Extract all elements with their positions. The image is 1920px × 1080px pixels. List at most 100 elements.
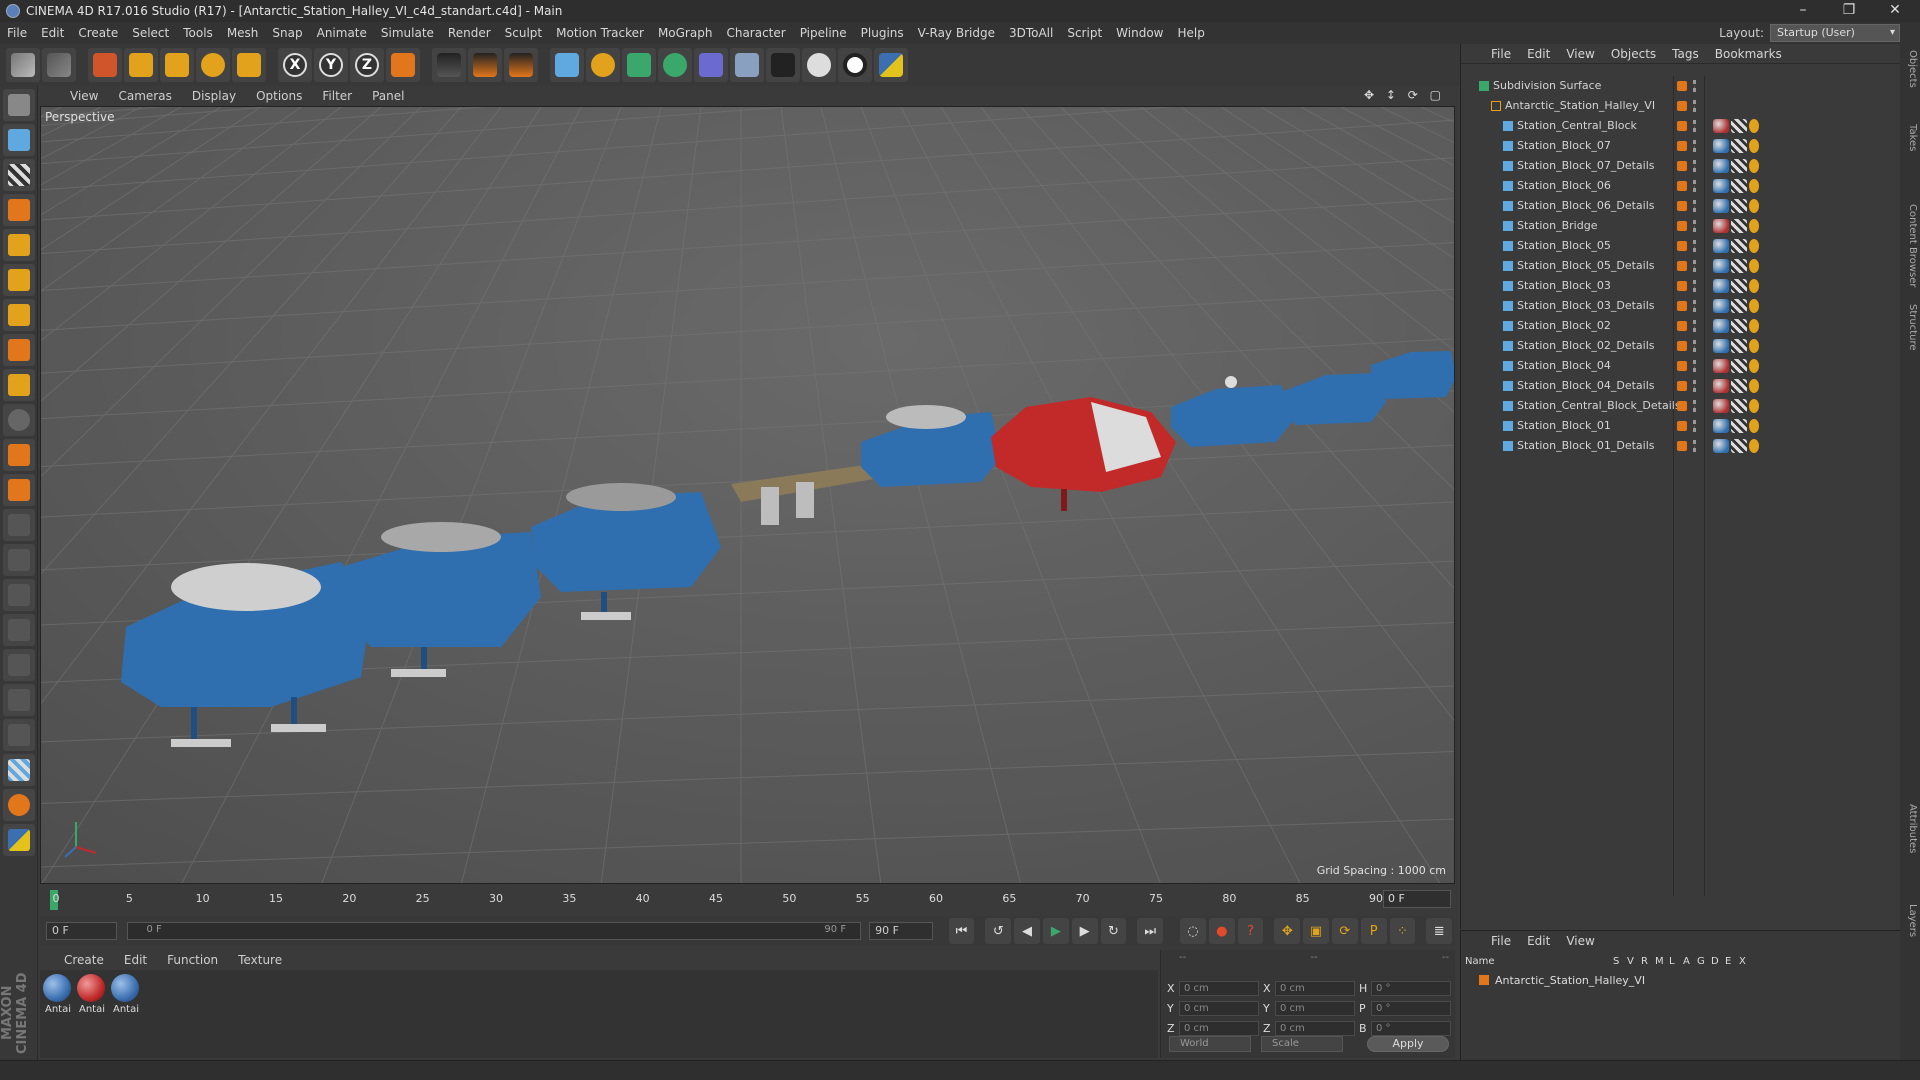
phong-tag-icon[interactable] (1749, 159, 1759, 173)
phong-tag-icon[interactable] (1749, 279, 1759, 293)
menu-mesh[interactable]: Mesh (220, 22, 266, 44)
material-tag-icon[interactable] (1713, 279, 1729, 293)
visibility-toggle-icon[interactable] (1693, 180, 1697, 192)
layer-column-x[interactable]: X (1739, 956, 1746, 967)
visibility-toggle-icon[interactable] (1693, 120, 1697, 132)
visibility-toggle-icon[interactable] (1693, 440, 1697, 452)
visibility-toggle-icon[interactable] (1693, 220, 1697, 232)
material-tag-icon[interactable] (1713, 219, 1729, 233)
object-row[interactable]: Station_Block_07 (1461, 136, 1901, 156)
menu-sculpt[interactable]: Sculpt (498, 22, 549, 44)
visibility-toggle-icon[interactable] (1693, 80, 1697, 92)
sculpt-grab-icon[interactable] (2, 719, 35, 751)
position-z-field[interactable]: 0 cm (1179, 1020, 1259, 1036)
material-tag-icon[interactable] (1713, 319, 1729, 333)
material-tag-icon[interactable] (1713, 259, 1729, 273)
size-x-field[interactable]: 0 cm (1275, 980, 1355, 996)
layer-column-m[interactable]: M (1655, 956, 1664, 967)
undo-icon[interactable] (6, 48, 40, 82)
world-coordinates-icon[interactable] (386, 48, 420, 82)
viewport-menu-view[interactable]: View (60, 89, 108, 103)
frame-range-slider[interactable]: 0 F 90 F (127, 922, 862, 940)
viewport-menu-display[interactable]: Display (182, 89, 246, 103)
menu-motion-tracker[interactable]: Motion Tracker (549, 22, 651, 44)
uvw-tag-icon[interactable] (1731, 199, 1747, 213)
apply-button[interactable]: Apply (1367, 1036, 1449, 1052)
object-row[interactable]: Station_Block_04 (1461, 356, 1901, 376)
visibility-toggle-icon[interactable] (1693, 420, 1697, 432)
size-y-field[interactable]: 0 cm (1275, 1000, 1355, 1016)
key-position-icon[interactable]: ✥ (1274, 918, 1301, 944)
subdivision-icon[interactable] (622, 48, 656, 82)
snap-icon[interactable] (2, 404, 35, 436)
uvw-tag-icon[interactable] (1731, 319, 1747, 333)
side-tab-structure[interactable]: Structure (1902, 304, 1918, 351)
light-icon[interactable] (802, 48, 836, 82)
object-row[interactable]: Station_Central_Block (1461, 116, 1901, 136)
layer-color-icon[interactable] (1677, 121, 1687, 131)
layer-column-v[interactable]: V (1627, 956, 1634, 967)
phong-tag-icon[interactable] (1749, 179, 1759, 193)
layer-column-r[interactable]: R (1641, 956, 1648, 967)
layer-color-icon[interactable] (1677, 281, 1687, 291)
layer-color-icon[interactable] (1677, 181, 1687, 191)
autokey-icon[interactable]: ? (1237, 918, 1264, 944)
menu-help[interactable]: Help (1170, 22, 1211, 44)
menu-create[interactable]: Create (71, 22, 125, 44)
layer-color-icon[interactable] (1677, 301, 1687, 311)
menu-v-ray-bridge[interactable]: V-Ray Bridge (911, 22, 1002, 44)
layer-color-icon[interactable] (1677, 261, 1687, 271)
layer-color-icon[interactable] (1677, 361, 1687, 371)
scale-icon[interactable] (160, 48, 194, 82)
phong-tag-icon[interactable] (1749, 319, 1759, 333)
material-tag-icon[interactable] (1713, 159, 1729, 173)
menu-edit[interactable]: Edit (34, 22, 71, 44)
render-view-icon[interactable] (432, 48, 466, 82)
layer-color-icon[interactable] (1677, 381, 1687, 391)
visibility-toggle-icon[interactable] (1693, 280, 1697, 292)
layer-color-icon[interactable] (1677, 101, 1687, 111)
go-to-end-icon[interactable]: ⏭ (1137, 918, 1164, 944)
edit-render-settings-icon[interactable] (504, 48, 538, 82)
object-menu-objects[interactable]: Objects (1603, 47, 1664, 61)
layer-column-d[interactable]: D (1711, 956, 1719, 967)
material-tag-icon[interactable] (1713, 119, 1729, 133)
object-menu-edit[interactable]: Edit (1519, 47, 1558, 61)
go-to-start-icon[interactable]: ⏮ (948, 918, 975, 944)
menu-snap[interactable]: Snap (265, 22, 309, 44)
material-tag-icon[interactable] (1713, 239, 1729, 253)
visibility-toggle-icon[interactable] (1693, 300, 1697, 312)
object-menu-tags[interactable]: Tags (1664, 47, 1707, 61)
phong-tag-icon[interactable] (1749, 259, 1759, 273)
cloner-icon[interactable] (658, 48, 692, 82)
minimize-button[interactable]: – (1780, 0, 1826, 22)
layer-color-icon[interactable] (1677, 201, 1687, 211)
move-icon[interactable] (124, 48, 158, 82)
visibility-toggle-icon[interactable] (1693, 360, 1697, 372)
uvw-tag-icon[interactable] (1731, 439, 1747, 453)
phong-tag-icon[interactable] (1749, 199, 1759, 213)
layer-color-icon[interactable] (1677, 241, 1687, 251)
edges-mode-icon[interactable] (2, 264, 35, 296)
object-row[interactable]: Station_Block_03_Details (1461, 296, 1901, 316)
perspective-viewport[interactable]: Perspective Grid Spacing : 1000 cm (40, 106, 1455, 884)
pen-spline-icon[interactable] (586, 48, 620, 82)
visibility-toggle-icon[interactable] (1693, 380, 1697, 392)
rotation-h-field[interactable]: 0 ° (1371, 980, 1451, 996)
live-selection-icon[interactable] (88, 48, 122, 82)
material-swatch[interactable]: Antai (111, 974, 141, 1015)
layer-color-icon[interactable] (1677, 141, 1687, 151)
camera-icon[interactable] (766, 48, 800, 82)
material-menu-edit[interactable]: Edit (114, 953, 157, 967)
visibility-toggle-icon[interactable] (1693, 160, 1697, 172)
visibility-toggle-icon[interactable] (1693, 200, 1697, 212)
material-menu-create[interactable]: Create (54, 953, 114, 967)
material-swatch[interactable]: Antai (43, 974, 73, 1015)
redo-icon[interactable] (42, 48, 76, 82)
menu-file[interactable]: File (0, 22, 34, 44)
uvw-tag-icon[interactable] (1731, 299, 1747, 313)
material-tag-icon[interactable] (1713, 199, 1729, 213)
axis-mode-icon[interactable] (2, 334, 35, 366)
object-row[interactable]: Station_Block_04_Details (1461, 376, 1901, 396)
material-menu-texture[interactable]: Texture (228, 953, 292, 967)
